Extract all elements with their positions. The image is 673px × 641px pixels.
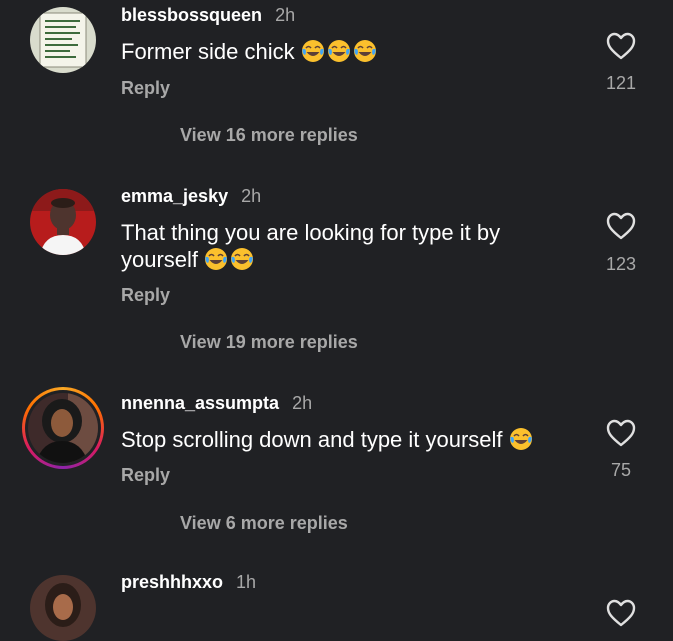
reply-button[interactable]: Reply <box>121 465 170 486</box>
laughing-tears-emoji-icon <box>301 40 324 62</box>
comment-body: That thing you are looking for type it b… <box>121 220 501 272</box>
timestamp: 2h <box>292 393 313 413</box>
view-more-replies-button[interactable]: View 19 more replies <box>180 332 358 353</box>
comment-meta: nnenna_assumpta 2h <box>121 393 312 414</box>
comment-text: Stop scrolling down and type it yourself <box>121 426 561 453</box>
emoji-group <box>301 39 379 64</box>
reply-button[interactable]: Reply <box>121 285 170 306</box>
like-count: 75 <box>610 460 632 480</box>
heart-icon[interactable] <box>605 211 637 241</box>
heart-icon[interactable] <box>605 598 637 628</box>
laughing-tears-emoji-icon <box>509 428 532 450</box>
heart-icon[interactable] <box>605 418 637 448</box>
username[interactable]: blessbossqueen <box>121 5 262 25</box>
laughing-tears-emoji-icon <box>231 248 254 270</box>
view-more-replies-button[interactable]: View 16 more replies <box>180 125 358 146</box>
like-count: 121 <box>605 73 637 93</box>
comment-meta: blessbossqueen 2h <box>121 5 295 26</box>
reply-button[interactable]: Reply <box>121 78 170 99</box>
laughing-tears-emoji-icon <box>327 40 350 62</box>
avatar[interactable] <box>30 189 96 255</box>
comment-body: Former side chick <box>121 39 295 64</box>
avatar[interactable] <box>30 7 96 73</box>
comment-text: Former side chick <box>121 38 561 65</box>
timestamp: 2h <box>241 186 262 206</box>
heart-icon[interactable] <box>605 31 637 61</box>
laughing-tears-emoji-icon <box>205 248 228 270</box>
username[interactable]: emma_jesky <box>121 186 228 206</box>
username[interactable]: preshhhxxo <box>121 572 223 592</box>
emoji-group <box>204 247 256 272</box>
emoji-group <box>509 427 535 452</box>
comment-text: That thing you are looking for type it b… <box>121 219 561 273</box>
story-ring-avatar[interactable] <box>22 387 104 469</box>
comment-meta: preshhhxxo 1h <box>121 572 256 593</box>
timestamp: 1h <box>236 572 257 592</box>
comment-body: Stop scrolling down and type it yourself <box>121 427 503 452</box>
username[interactable]: nnenna_assumpta <box>121 393 279 413</box>
like-count: 123 <box>605 254 637 274</box>
view-more-replies-button[interactable]: View 6 more replies <box>180 513 348 534</box>
timestamp: 2h <box>275 5 296 25</box>
comment-meta: emma_jesky 2h <box>121 186 261 207</box>
laughing-tears-emoji-icon <box>353 40 376 62</box>
avatar <box>28 393 98 463</box>
avatar[interactable] <box>30 575 96 641</box>
